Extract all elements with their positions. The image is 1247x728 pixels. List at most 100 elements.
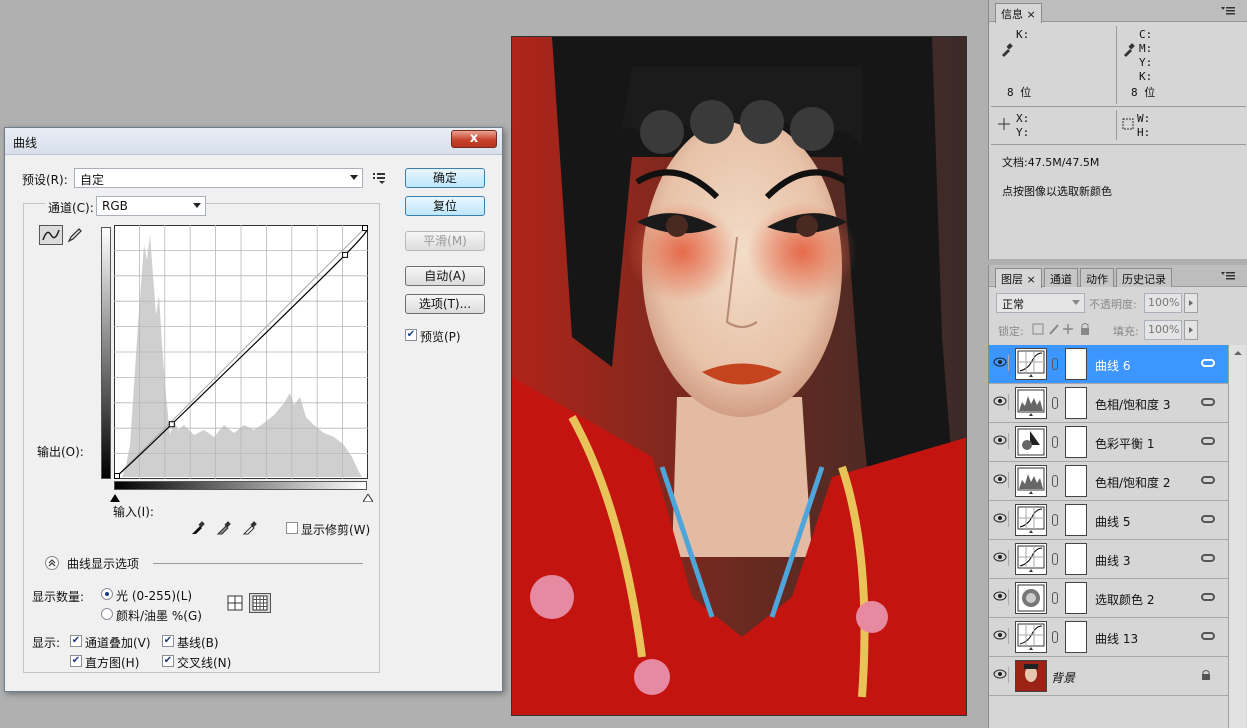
preview-checkbox[interactable]: ✔ [405,329,417,341]
layer-row[interactable]: 色相/饱和度 2 [989,462,1228,501]
visibility-eye-icon[interactable] [993,472,1009,488]
w-readout: W: [1137,112,1151,125]
curve-control-point [342,251,349,258]
visibility-eye-icon[interactable] [993,628,1009,644]
tab-channels[interactable]: 通道 [1044,268,1078,287]
opacity-slider-button[interactable] [1184,293,1198,313]
light-radio[interactable] [101,588,113,600]
curve-graph[interactable] [114,225,368,479]
lock-all-icon [1081,328,1089,335]
panel-menu-icon[interactable] [1221,6,1235,16]
layer-row[interactable]: 色彩平衡 1 [989,423,1228,462]
dialog-title-bar[interactable]: 曲线 x [5,128,502,155]
layer-row[interactable]: 选取颜色 2 [989,579,1228,618]
layer-row[interactable]: 曲线 5 [989,501,1228,540]
opacity-field[interactable]: 100% [1144,293,1182,313]
mask-link-icon[interactable] [1052,631,1058,643]
baseline-label: 基线(B) [177,636,219,650]
channel-overlay-checkbox[interactable]: ✔ [70,635,82,647]
detailed-grid-button[interactable] [249,593,271,613]
black-point-slider[interactable] [110,491,120,502]
white-eyedropper-icon[interactable] [242,520,258,536]
mask-link-icon[interactable] [1052,514,1058,526]
fill-field[interactable]: 100% [1144,320,1182,340]
layer-name: 选取颜色 2 [1095,593,1155,607]
lock-icons[interactable] [1032,322,1096,336]
gray-eyedropper-icon[interactable] [216,520,232,536]
layer-mask-thumbnail[interactable] [1065,582,1087,614]
layer-mask-thumbnail[interactable] [1065,621,1087,653]
close-button[interactable]: x [451,130,497,148]
tab-actions[interactable]: 动作 [1080,268,1114,287]
selection-size-icon [1122,118,1134,130]
white-point-slider[interactable] [362,491,374,503]
visibility-eye-icon[interactable] [993,355,1009,371]
link-icon [1201,515,1215,523]
options-button[interactable]: 选项(T)... [405,294,485,314]
visibility-eye-icon[interactable] [993,433,1009,449]
tab-layers[interactable]: 图层 × [995,268,1042,288]
collapse-options-button[interactable] [45,556,59,570]
layer-mask-thumbnail[interactable] [1065,348,1087,380]
input-gradient-bar [114,481,367,490]
display-options-title: 曲线显示选项 [67,557,140,571]
channel-dropdown[interactable]: RGB [96,196,206,216]
visibility-eye-icon[interactable] [993,589,1009,605]
curve-point-tool-button[interactable] [39,225,63,245]
y2-readout: Y: [1016,126,1030,139]
eyedropper-icon [1122,43,1136,57]
close-icon[interactable]: × [1027,273,1036,286]
blend-mode-dropdown[interactable]: 正常 [996,293,1085,313]
baseline-checkbox[interactable]: ✔ [162,635,174,647]
link-icon [1201,593,1215,601]
ok-button[interactable]: 确定 [405,168,485,188]
layer-row[interactable]: 曲线 13 [989,618,1228,657]
curves-icon [1015,348,1047,380]
tab-info[interactable]: 信息 × [995,3,1042,23]
intersection-checkbox[interactable]: ✔ [162,655,174,667]
reset-button[interactable]: 复位 [405,196,485,216]
visibility-eye-icon[interactable] [993,667,1009,683]
mask-link-icon[interactable] [1052,592,1058,604]
panel-menu-icon[interactable] [1221,271,1235,281]
mask-link-icon[interactable] [1052,436,1058,448]
mask-link-icon[interactable] [1052,475,1058,487]
layer-mask-thumbnail[interactable] [1065,504,1087,536]
histogram-checkbox[interactable]: ✔ [70,655,82,667]
layer-mask-thumbnail[interactable] [1065,465,1087,497]
layer-mask-thumbnail[interactable] [1065,426,1087,458]
hue-saturation-icon [1015,465,1047,497]
black-eyedropper-icon[interactable] [190,520,206,536]
layer-mask-thumbnail[interactable] [1065,387,1087,419]
mask-link-icon[interactable] [1052,553,1058,565]
visibility-eye-icon[interactable] [993,550,1009,566]
visibility-eye-icon[interactable] [993,511,1009,527]
visibility-eye-icon[interactable] [993,394,1009,410]
mask-link-icon[interactable] [1052,358,1058,370]
auto-button[interactable]: 自动(A) [405,266,485,286]
fill-slider-button[interactable] [1184,320,1198,340]
pencil-tool-button[interactable] [66,226,84,244]
curve-tool-icon [42,229,60,241]
show-clipping-checkbox[interactable] [286,522,298,534]
preset-dropdown[interactable]: 自定 [74,168,363,188]
layer-row[interactable]: 色相/饱和度 3 [989,384,1228,423]
channel-overlay-label: 通道叠加(V) [85,636,151,650]
mask-link-icon[interactable] [1052,397,1058,409]
preset-options-icon[interactable] [373,172,387,184]
simple-grid-button[interactable] [226,594,244,612]
intersection-label: 交叉线(N) [177,656,232,670]
layer-row[interactable]: 曲线 3 [989,540,1228,579]
smooth-button[interactable]: 平滑(M) [405,231,485,251]
dialog-title: 曲线 [13,136,38,150]
pigment-radio[interactable] [101,608,113,620]
curves-dialog: 曲线 x 预设(R): 自定 通道(C): RGB 输出(O): 输入(I): [4,127,503,692]
document-canvas[interactable] [511,36,967,716]
divider [991,144,1246,145]
tab-history[interactable]: 历史记录 [1116,268,1172,287]
layer-mask-thumbnail[interactable] [1065,543,1087,575]
layer-list-scrollbar[interactable] [1228,345,1246,728]
close-icon[interactable]: × [1027,8,1036,21]
layer-row[interactable]: 曲线 6 [989,345,1228,384]
layer-row[interactable]: 背景 [989,657,1228,696]
